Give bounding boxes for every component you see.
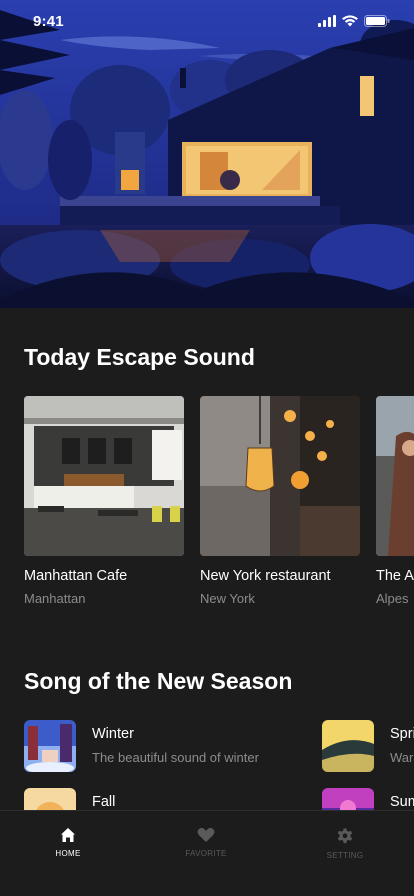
tab-favorite[interactable]: FAVORITE — [166, 827, 246, 858]
season-section-title: Song of the New Season — [24, 668, 293, 694]
song-artwork — [24, 720, 76, 772]
escape-card[interactable]: The Alpes Alpes — [376, 396, 414, 606]
card-subtitle: New York — [200, 591, 255, 606]
tab-label: HOME — [55, 849, 81, 858]
song-item[interactable]: Spring Warm — [322, 720, 414, 772]
night-house-illustration — [0, 0, 414, 308]
song-title: Summer — [390, 794, 414, 810]
song-item[interactable]: Winter The beautiful sound of winter — [24, 720, 259, 772]
signal-icon — [318, 15, 336, 27]
alpes-photo — [376, 396, 414, 556]
song-item[interactable]: Fall — [24, 788, 115, 810]
song-artwork — [322, 720, 374, 772]
battery-icon — [364, 15, 390, 27]
song-title: Winter — [92, 726, 134, 742]
status-bar: 9:41 — [0, 0, 414, 44]
card-title: New York restaurant — [200, 568, 331, 584]
song-subtitle: Warm — [390, 750, 414, 765]
card-subtitle: Manhattan — [24, 591, 86, 606]
card-title: The Alpes — [376, 568, 414, 584]
song-item[interactable]: Summer — [322, 788, 414, 810]
tab-label: SETTING — [326, 851, 364, 860]
card-title: Manhattan Cafe — [24, 568, 128, 584]
song-artwork — [24, 788, 76, 810]
wifi-icon — [342, 15, 358, 27]
card-thumbnail — [200, 396, 360, 556]
tab-label: FAVORITE — [185, 849, 227, 858]
escape-section-title: Today Escape Sound — [24, 344, 255, 370]
song-title: Fall — [92, 794, 116, 810]
status-icons — [318, 15, 390, 27]
escape-card-list[interactable]: Manhattan Cafe Manhattan New York restau… — [24, 396, 414, 616]
restaurant-photo — [200, 396, 360, 556]
winter-artwork — [24, 720, 76, 772]
gear-icon — [337, 828, 353, 844]
home-icon — [61, 828, 75, 842]
fall-artwork — [24, 788, 76, 810]
status-time: 9:41 — [33, 13, 64, 30]
card-thumbnail — [376, 396, 414, 556]
heart-icon — [197, 827, 215, 842]
song-artwork — [322, 788, 374, 810]
spring-artwork — [322, 720, 374, 772]
tab-setting[interactable]: SETTING — [305, 827, 385, 860]
summer-artwork — [322, 788, 374, 810]
song-title: Spring — [390, 726, 414, 742]
escape-card[interactable]: Manhattan Cafe Manhattan — [24, 396, 184, 606]
tab-home[interactable]: HOME — [28, 827, 108, 858]
escape-card[interactable]: New York restaurant New York — [200, 396, 360, 606]
card-thumbnail — [24, 396, 184, 556]
song-subtitle: The beautiful sound of winter — [92, 750, 259, 765]
cafe-photo — [24, 396, 184, 556]
season-song-list[interactable]: Winter The beautiful sound of winter Spr… — [24, 720, 414, 810]
card-subtitle: Alpes — [376, 591, 409, 606]
bottom-tab-bar: HOME FAVORITE SETTING — [0, 810, 414, 896]
hero-illustration — [0, 0, 414, 308]
